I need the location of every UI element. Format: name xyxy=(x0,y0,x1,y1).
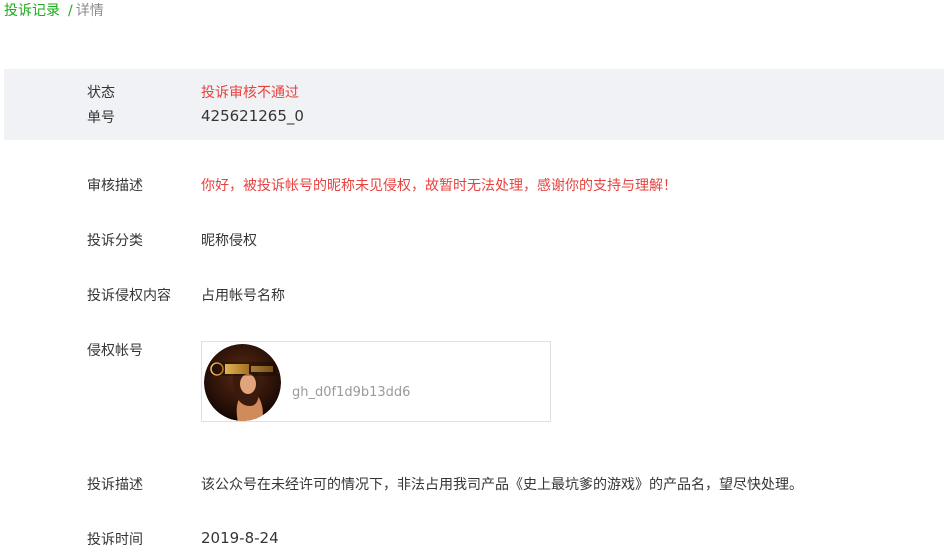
complaint-time-value: 2019-8-24 xyxy=(201,529,279,547)
breadcrumb-complaint-records-link[interactable]: 投诉记录 xyxy=(4,3,60,19)
breadcrumb: 投诉记录 / 详情 xyxy=(4,0,104,22)
complaint-description-value: 该公众号在未经许可的情况下，非法占用我司产品《史上最坑爹的游戏》的产品名，望尽快… xyxy=(201,477,803,493)
complaint-category-label: 投诉分类 xyxy=(87,233,143,249)
infringing-account-label: 侵权帐号 xyxy=(87,343,143,359)
complaint-description-label: 投诉描述 xyxy=(87,477,143,493)
order-number-label: 单号 xyxy=(87,110,115,126)
infringing-content-value: 占用帐号名称 xyxy=(201,288,285,304)
review-description-value: 你好，被投诉帐号的昵称未见侵权，故暂时无法处理，感谢你的支持与理解！ xyxy=(201,178,677,194)
complaint-category-value: 昵称侵权 xyxy=(201,233,257,249)
breadcrumb-current: 详情 xyxy=(75,3,104,19)
complaint-time-label: 投诉时间 xyxy=(87,532,143,548)
infringing-account-card[interactable]: gh_d0f1d9b13dd6 xyxy=(201,341,551,422)
infringing-account-id: gh_d0f1d9b13dd6 xyxy=(292,385,411,400)
review-description-label: 审核描述 xyxy=(87,178,143,194)
status-value: 投诉审核不通过 xyxy=(201,85,299,101)
account-avatar xyxy=(204,344,281,421)
order-number-value: 425621265_0 xyxy=(201,107,304,125)
status-panel: 状态 投诉审核不通过 单号 425621265_0 xyxy=(4,69,944,140)
breadcrumb-separator: / xyxy=(68,3,73,19)
status-label: 状态 xyxy=(87,85,115,101)
infringing-content-label: 投诉侵权内容 xyxy=(87,288,171,304)
